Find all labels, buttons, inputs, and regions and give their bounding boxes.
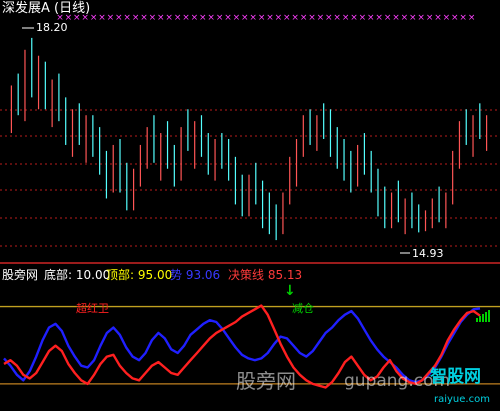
indicator-param-0: 底部: 10.00 <box>44 268 111 282</box>
signal-marker: × <box>98 13 106 23</box>
signal-marker: × <box>426 13 434 23</box>
signal-bar <box>485 312 487 322</box>
signal-marker: × <box>342 13 350 23</box>
signal-marker: × <box>174 13 182 23</box>
price-chart-svg: × × × × × × × × × × × × × × × × × × × × × × × × × × × × × × × × × × × × × × × ×… <box>0 13 500 254</box>
signal-marker: × <box>359 13 367 23</box>
high-price-label: 18.20 <box>36 21 68 34</box>
chart-title: 深发展A (日线) <box>2 1 91 16</box>
signal-bar <box>476 318 478 322</box>
signal-marker: × <box>115 13 123 23</box>
signal-marker: × <box>375 13 383 23</box>
signal-bar <box>482 314 484 322</box>
signal-marker: × <box>291 13 299 23</box>
signal-marker: × <box>140 13 148 23</box>
signal-marker: × <box>123 13 131 23</box>
signal-marker: × <box>216 13 224 23</box>
signal-marker: × <box>149 13 157 23</box>
indicator-panel: 股旁网 底部: 10.00 顶部: 95.00 势 93.06 决策线 85.13 超… <box>0 262 500 411</box>
signal-marker: × <box>401 13 409 23</box>
signal-marker: × <box>384 13 392 23</box>
signal-marker: × <box>325 13 333 23</box>
signal-marker: × <box>191 13 199 23</box>
watermark-logo-en: raiyue.com <box>434 394 490 405</box>
signal-marker: × <box>258 13 266 23</box>
signal-marker: × <box>241 13 249 23</box>
signal-marker: × <box>468 13 476 23</box>
signal-marker: × <box>333 13 341 23</box>
indicator-param-3: 决策线 85.13 <box>228 268 303 282</box>
signal-marker: × <box>300 13 308 23</box>
low-price-label: 14.93 <box>412 247 444 260</box>
signal-marker: × <box>90 13 98 23</box>
signal-marker: × <box>317 13 325 23</box>
indicator-param-1: 顶部: 95.00 <box>106 268 173 282</box>
signal-marker: × <box>417 13 425 23</box>
signal-marker: × <box>350 13 358 23</box>
signal-marker: × <box>409 13 417 23</box>
signal-marker: × <box>224 13 232 23</box>
signal-marker: × <box>157 13 165 23</box>
signal-marker: × <box>233 13 241 23</box>
signal-marker: × <box>283 13 291 23</box>
signal-marker: × <box>308 13 316 23</box>
price-chart-panel: × × × × × × × × × × × × × × × × × × × × × × × × × × × × × × × × × × × × × × × ×… <box>0 0 500 262</box>
reduce-position-text: 减仓 <box>292 302 314 315</box>
signal-marker: × <box>165 13 173 23</box>
overheat-text: 超红卫 <box>76 302 109 315</box>
signal-marker: × <box>367 13 375 23</box>
signal-bar <box>479 316 481 322</box>
signal-marker: × <box>392 13 400 23</box>
signal-marker: × <box>443 13 451 23</box>
indicator-site-label: 股旁网 <box>2 268 39 282</box>
signal-marker: × <box>275 13 283 23</box>
down-arrow-icon: ↓ <box>284 283 296 299</box>
signal-marker: × <box>249 13 257 23</box>
indicator-param-2: 势 93.06 <box>170 268 221 282</box>
signal-marker: × <box>199 13 207 23</box>
signal-marker: × <box>434 13 442 23</box>
watermark-logo-cn: 智股网 <box>430 367 481 387</box>
signal-marker: × <box>107 13 115 23</box>
signal-marker: × <box>207 13 215 23</box>
watermark-site-cn: 股旁网 <box>236 369 296 393</box>
signal-marker: × <box>459 13 467 23</box>
signal-marker: × <box>182 13 190 23</box>
signal-bar <box>488 310 490 322</box>
signal-marker: × <box>451 13 459 23</box>
signal-marker: × <box>132 13 140 23</box>
signal-marker: × <box>266 13 274 23</box>
